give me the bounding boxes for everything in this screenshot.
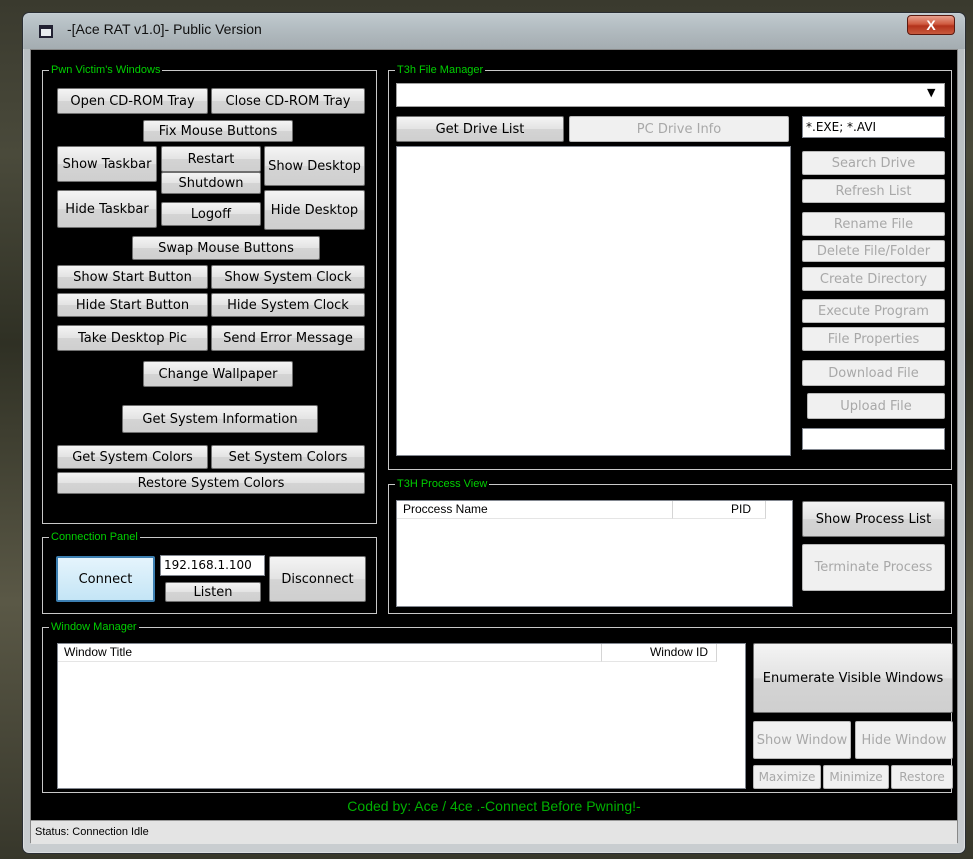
app-window-icon	[39, 25, 53, 38]
file-properties-button[interactable]: File Properties	[802, 327, 945, 351]
shutdown-button[interactable]: Shutdown	[161, 172, 261, 194]
send-error-message-button[interactable]: Send Error Message	[211, 325, 365, 351]
rename-file-button[interactable]: Rename File	[802, 212, 945, 236]
pc-drive-info-button[interactable]: PC Drive Info	[569, 116, 789, 142]
maximize-window-button[interactable]: Maximize	[753, 765, 821, 789]
app-window: -[Ace RAT v1.0]- Public Version X Pwn Vi…	[22, 12, 966, 854]
status-text: Status: Connection Idle	[35, 826, 149, 838]
disconnect-button[interactable]: Disconnect	[269, 556, 366, 602]
connection-group-label: Connection Panel	[49, 530, 140, 544]
take-desktop-pic-button[interactable]: Take Desktop Pic	[57, 325, 208, 351]
ip-address-field[interactable]: 192.168.1.100	[160, 555, 265, 576]
file-filter-value: *.EXE; *.AVI	[806, 120, 877, 134]
upload-file-button[interactable]: Upload File	[807, 393, 945, 419]
show-window-button[interactable]: Show Window	[753, 721, 851, 759]
restore-window-button[interactable]: Restore	[891, 765, 953, 789]
execute-program-button[interactable]: Execute Program	[802, 299, 945, 323]
process-view-group: T3H Process View Proccess Name PID Show …	[388, 477, 952, 614]
status-bar: Status: Connection Idle	[31, 820, 957, 844]
hide-system-clock-button[interactable]: Hide System Clock	[211, 293, 365, 317]
restore-system-colors-button[interactable]: Restore System Colors	[57, 472, 365, 494]
download-file-button[interactable]: Download File	[802, 360, 945, 386]
close-cd-tray-button[interactable]: Close CD-ROM Tray	[211, 88, 365, 114]
show-system-clock-button[interactable]: Show System Clock	[211, 265, 365, 289]
show-desktop-button[interactable]: Show Desktop	[264, 146, 365, 186]
hide-taskbar-button[interactable]: Hide Taskbar	[57, 190, 157, 228]
window-title-column-header[interactable]: Window Title	[58, 644, 602, 662]
ip-address-value: 192.168.1.100	[164, 558, 252, 572]
show-process-list-button[interactable]: Show Process List	[802, 501, 945, 537]
process-view-group-label: T3H Process View	[395, 477, 490, 491]
show-start-button-button[interactable]: Show Start Button	[57, 265, 208, 289]
window-list[interactable]: Window Title Window ID	[57, 643, 746, 789]
search-drive-button[interactable]: Search Drive	[802, 151, 945, 175]
window-title: -[Ace RAT v1.0]- Public Version	[67, 21, 262, 37]
get-drive-list-button[interactable]: Get Drive List	[396, 116, 564, 142]
connection-group: Connection Panel Connect 192.168.1.100 L…	[42, 530, 377, 614]
client-area: Pwn Victim's Windows Open CD-ROM Tray Cl…	[30, 49, 958, 844]
restart-button[interactable]: Restart	[161, 146, 261, 172]
file-filter-field[interactable]: *.EXE; *.AVI	[802, 116, 945, 138]
set-system-colors-button[interactable]: Set System Colors	[211, 445, 365, 469]
close-button[interactable]: X	[907, 15, 955, 35]
connect-button[interactable]: Connect	[56, 556, 155, 602]
file-manager-group: T3h File Manager ▼ Get Drive List PC Dri…	[388, 63, 952, 470]
get-system-colors-button[interactable]: Get System Colors	[57, 445, 208, 469]
enumerate-visible-windows-button[interactable]: Enumerate Visible Windows	[753, 643, 953, 713]
logoff-button[interactable]: Logoff	[161, 202, 261, 226]
window-manager-group: Window Manager Window Title Window ID En…	[42, 620, 953, 793]
chevron-down-icon: ▼	[927, 86, 936, 99]
create-directory-button[interactable]: Create Directory	[802, 267, 945, 291]
hide-window-button[interactable]: Hide Window	[855, 721, 953, 759]
terminate-process-button[interactable]: Terminate Process	[802, 544, 945, 591]
minimize-window-button[interactable]: Minimize	[823, 765, 889, 789]
file-list[interactable]	[396, 146, 791, 456]
pwn-group: Pwn Victim's Windows Open CD-ROM Tray Cl…	[42, 63, 377, 524]
hide-start-button-button[interactable]: Hide Start Button	[57, 293, 208, 317]
show-taskbar-button[interactable]: Show Taskbar	[57, 146, 157, 182]
window-id-column-header[interactable]: Window ID	[602, 644, 717, 662]
footer-credit: Coded by: Ace / 4ce .-Connect Before Pwn…	[347, 798, 641, 814]
title-bar[interactable]: -[Ace RAT v1.0]- Public Version X	[23, 13, 965, 49]
process-list[interactable]: Proccess Name PID	[396, 500, 793, 607]
delete-file-folder-button[interactable]: Delete File/Folder	[802, 240, 945, 262]
process-name-column-header[interactable]: Proccess Name	[397, 501, 673, 519]
swap-mouse-buttons-button[interactable]: Swap Mouse Buttons	[132, 236, 320, 260]
file-manager-group-label: T3h File Manager	[395, 63, 486, 77]
get-system-information-button[interactable]: Get System Information	[122, 405, 318, 433]
window-manager-group-label: Window Manager	[49, 620, 139, 634]
file-path-field[interactable]	[802, 428, 945, 450]
pid-column-header[interactable]: PID	[673, 501, 766, 519]
drive-select[interactable]: ▼	[396, 83, 945, 107]
open-cd-tray-button[interactable]: Open CD-ROM Tray	[57, 88, 208, 114]
fix-mouse-buttons-button[interactable]: Fix Mouse Buttons	[143, 120, 293, 142]
pwn-group-label: Pwn Victim's Windows	[49, 63, 163, 77]
main-panel: Pwn Victim's Windows Open CD-ROM Tray Cl…	[31, 50, 957, 820]
listen-button[interactable]: Listen	[165, 582, 261, 602]
change-wallpaper-button[interactable]: Change Wallpaper	[143, 361, 293, 387]
hide-desktop-button[interactable]: Hide Desktop	[264, 190, 365, 230]
refresh-list-button[interactable]: Refresh List	[802, 179, 945, 203]
